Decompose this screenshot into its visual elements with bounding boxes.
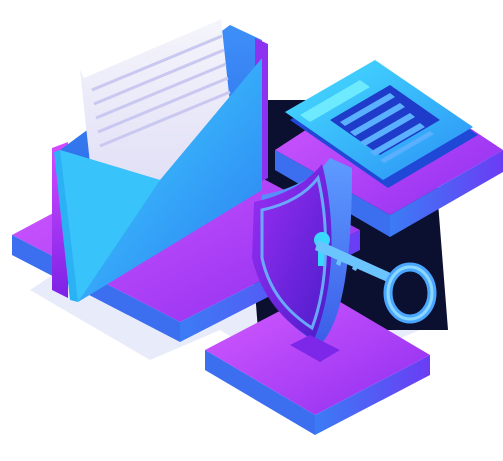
security-illustration	[12, 10, 503, 435]
